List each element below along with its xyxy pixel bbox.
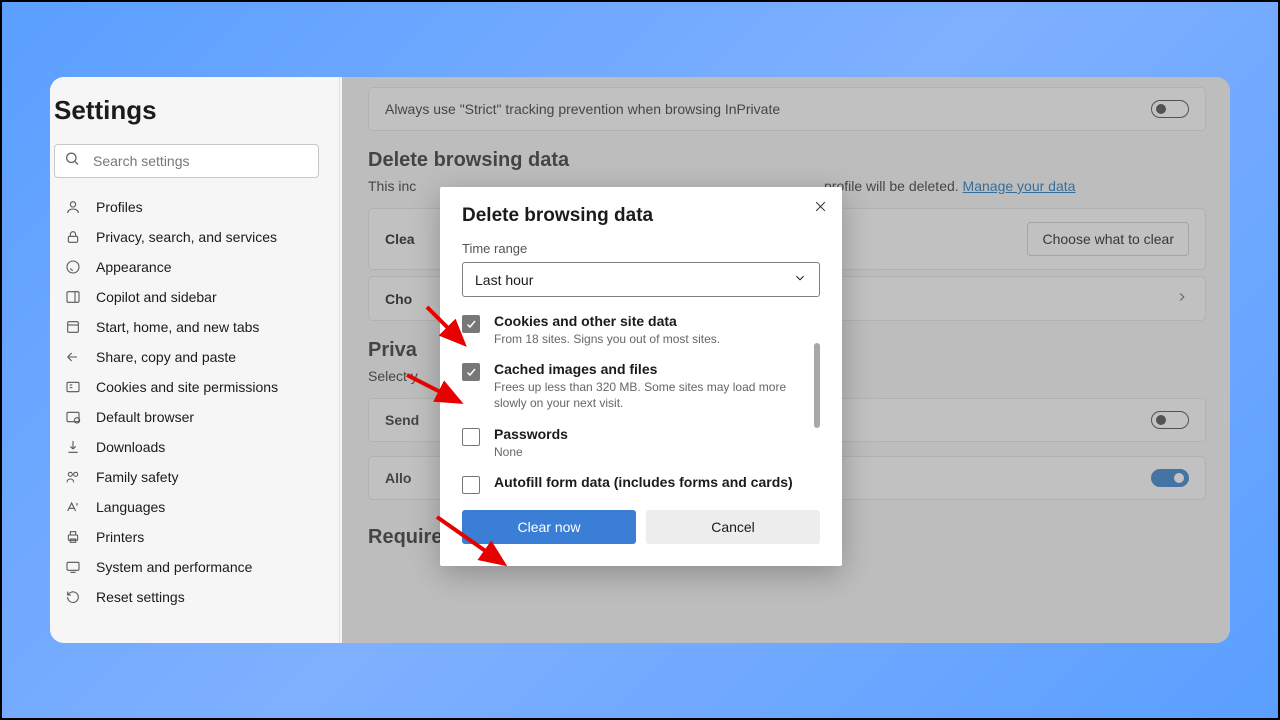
sidebar-item-share[interactable]: Share, copy and paste [50, 342, 323, 372]
sidebar-item-label: Profiles [96, 199, 143, 215]
option-passwords[interactable]: Passwords None [462, 426, 804, 460]
time-range-label: Time range [462, 241, 820, 256]
sidebar-item-label: Cookies and site permissions [96, 379, 278, 395]
sidebar-item-family[interactable]: Family safety [50, 462, 323, 492]
checkbox-cache[interactable] [462, 363, 480, 381]
chevron-down-icon [793, 271, 807, 288]
time-range-select[interactable]: Last hour [462, 262, 820, 297]
clear-options-list: Cookies and other site data From 18 site… [462, 313, 820, 496]
sidebar-item-default-browser[interactable]: Default browser [50, 402, 323, 432]
sidebar-item-cookies[interactable]: Cookies and site permissions [50, 372, 323, 402]
sidebar-icon [64, 289, 82, 305]
sidebar-item-appearance[interactable]: Appearance [50, 252, 323, 282]
sidebar-item-system[interactable]: System and performance [50, 552, 323, 582]
checkbox-cookies[interactable] [462, 315, 480, 333]
appearance-icon [64, 259, 82, 275]
search-icon [64, 151, 80, 172]
sidebar-item-label: Appearance [96, 259, 172, 275]
option-label: Cookies and other site data [494, 313, 720, 329]
reset-icon [64, 589, 82, 605]
settings-sidebar: Settings Profiles Privacy, search, and s… [50, 77, 340, 643]
download-icon [64, 439, 82, 455]
sidebar-item-label: Family safety [96, 469, 178, 485]
dialog-title: Delete browsing data [462, 205, 820, 227]
sidebar-item-label: Reset settings [96, 589, 185, 605]
search-input[interactable] [54, 144, 319, 178]
time-range-value: Last hour [475, 272, 533, 288]
share-icon [64, 349, 82, 365]
sidebar-item-languages[interactable]: Languages [50, 492, 323, 522]
sidebar-item-downloads[interactable]: Downloads [50, 432, 323, 462]
sidebar-item-reset[interactable]: Reset settings [50, 582, 323, 612]
printer-icon [64, 529, 82, 545]
delete-browsing-data-dialog: Delete browsing data Time range Last hou… [440, 187, 842, 566]
sidebar-item-label: System and performance [96, 559, 252, 575]
scrollbar[interactable] [814, 343, 820, 428]
sidebar-item-profiles[interactable]: Profiles [50, 192, 323, 222]
system-icon [64, 559, 82, 575]
sidebar-item-label: Downloads [96, 439, 165, 455]
checkbox-passwords[interactable] [462, 428, 480, 446]
dialog-actions: Clear now Cancel [462, 510, 820, 544]
sidebar-item-label: Default browser [96, 409, 194, 425]
sidebar-item-label: Printers [96, 529, 144, 545]
cancel-button[interactable]: Cancel [646, 510, 820, 544]
profile-icon [64, 199, 82, 215]
option-autofill[interactable]: Autofill form data (includes forms and c… [462, 474, 804, 494]
browser-icon [64, 409, 82, 425]
sidebar-item-copilot[interactable]: Copilot and sidebar [50, 282, 323, 312]
option-sub: None [494, 444, 568, 460]
sidebar-item-printers[interactable]: Printers [50, 522, 323, 552]
sidebar-item-label: Copilot and sidebar [96, 289, 217, 305]
family-icon [64, 469, 82, 485]
option-label: Passwords [494, 426, 568, 442]
sidebar-nav: Profiles Privacy, search, and services A… [50, 192, 323, 612]
sidebar-item-start[interactable]: Start, home, and new tabs [50, 312, 323, 342]
close-button[interactable] [813, 199, 828, 219]
option-label: Autofill form data (includes forms and c… [494, 474, 793, 490]
clear-now-button[interactable]: Clear now [462, 510, 636, 544]
checkbox-autofill[interactable] [462, 476, 480, 494]
option-sub: Frees up less than 320 MB. Some sites ma… [494, 379, 804, 411]
lock-icon [64, 229, 82, 245]
page-title: Settings [54, 95, 323, 126]
option-cookies[interactable]: Cookies and other site data From 18 site… [462, 313, 804, 347]
sidebar-item-label: Share, copy and paste [96, 349, 236, 365]
sidebar-item-privacy[interactable]: Privacy, search, and services [50, 222, 323, 252]
option-cache[interactable]: Cached images and files Frees up less th… [462, 361, 804, 411]
sidebar-item-label: Languages [96, 499, 165, 515]
language-icon [64, 499, 82, 515]
home-icon [64, 319, 82, 335]
sidebar-item-label: Privacy, search, and services [96, 229, 277, 245]
cookies-icon [64, 379, 82, 395]
option-label: Cached images and files [494, 361, 804, 377]
option-sub: From 18 sites. Signs you out of most sit… [494, 331, 720, 347]
search-wrap [54, 144, 319, 178]
sidebar-item-label: Start, home, and new tabs [96, 319, 259, 335]
